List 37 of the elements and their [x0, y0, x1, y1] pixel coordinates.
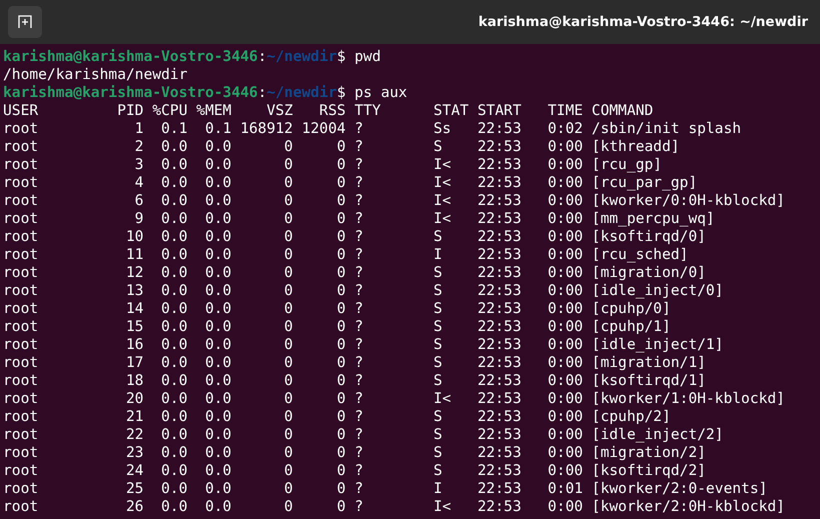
- output-line: root 11 0.0 0.0 0 0 ? I 22:53 0:00 [rcu_sched]: [3, 246, 688, 263]
- output-line: root 22 0.0 0.0 0 0 ? S 22:53 0:00 [idle_inject/2]: [3, 426, 724, 443]
- output-line: root 1 0.1 0.1 168912 12004 ? Ss 22:53 0:02 /sbin/init splash: [3, 120, 742, 137]
- prompt-path: ~/newdir: [266, 84, 337, 101]
- output-line: root 18 0.0 0.0 0 0 ? S 22:53 0:00 [ksoftirqd/1]: [3, 372, 706, 389]
- output-line: root 20 0.0 0.0 0 0 ? I< 22:53 0:00 [kworker/1:0H-kblockd]: [3, 390, 785, 407]
- prompt-path: ~/newdir: [266, 48, 337, 65]
- output-line: root 2 0.0 0.0 0 0 ? S 22:53 0:00 [kthreadd]: [3, 138, 680, 155]
- output-line: root 6 0.0 0.0 0 0 ? I< 22:53 0:00 [kworker/0:0H-kblockd]: [3, 192, 785, 209]
- new-tab-icon: [18, 15, 32, 29]
- output-line: root 13 0.0 0.0 0 0 ? S 22:53 0:00 [idle_inject/0]: [3, 282, 724, 299]
- prompt-colon: :: [258, 84, 267, 101]
- prompt-colon: :: [258, 48, 267, 65]
- output-line: root 12 0.0 0.0 0 0 ? S 22:53 0:00 [migration/0]: [3, 264, 706, 281]
- command-text: pwd: [354, 48, 381, 65]
- prompt-dollar: $: [336, 84, 346, 101]
- prompt-dollar: $: [336, 48, 346, 65]
- output-line: /home/karishma/newdir: [3, 66, 188, 83]
- prompt-user-host: karishma@karishma-Vostro-3446: [3, 84, 258, 101]
- output-line: USER PID %CPU %MEM VSZ RSS TTY STAT START TIME COMMAND: [3, 102, 654, 119]
- output-line: root 15 0.0 0.0 0 0 ? S 22:53 0:00 [cpuhp/1]: [3, 318, 671, 335]
- command-text: ps aux: [354, 84, 408, 101]
- output-line: root 17 0.0 0.0 0 0 ? S 22:53 0:00 [migration/1]: [3, 354, 706, 371]
- output-line: root 23 0.0 0.0 0 0 ? S 22:53 0:00 [migration/2]: [3, 444, 706, 461]
- output-line: root 4 0.0 0.0 0 0 ? I< 22:53 0:00 [rcu_par_gp]: [3, 174, 698, 191]
- prompt-user-host: karishma@karishma-Vostro-3446: [3, 48, 258, 65]
- new-tab-button[interactable]: [8, 6, 42, 38]
- output-line: root 26 0.0 0.0 0 0 ? I< 22:53 0:00 [kworker/2:0H-kblockd]: [3, 498, 785, 515]
- output-line: root 9 0.0 0.0 0 0 ? I< 22:53 0:00 [mm_percpu_wq]: [3, 210, 715, 227]
- output-line: root 24 0.0 0.0 0 0 ? S 22:53 0:00 [ksoftirqd/2]: [3, 462, 706, 479]
- output-line: root 16 0.0 0.0 0 0 ? S 22:53 0:00 [idle_inject/1]: [3, 336, 724, 353]
- output-line: root 21 0.0 0.0 0 0 ? S 22:53 0:00 [cpuhp/2]: [3, 408, 671, 425]
- output-line: root 25 0.0 0.0 0 0 ? I 22:53 0:01 [kworker/2:0-events]: [3, 480, 768, 497]
- output-line: root 3 0.0 0.0 0 0 ? I< 22:53 0:00 [rcu_gp]: [3, 156, 662, 173]
- window-title: karishma@karishma-Vostro-3446: ~/newdir: [478, 14, 808, 30]
- output-line: root 14 0.0 0.0 0 0 ? S 22:53 0:00 [cpuhp/0]: [3, 300, 671, 317]
- output-line: root 10 0.0 0.0 0 0 ? S 22:53 0:00 [ksoftirqd/0]: [3, 228, 706, 245]
